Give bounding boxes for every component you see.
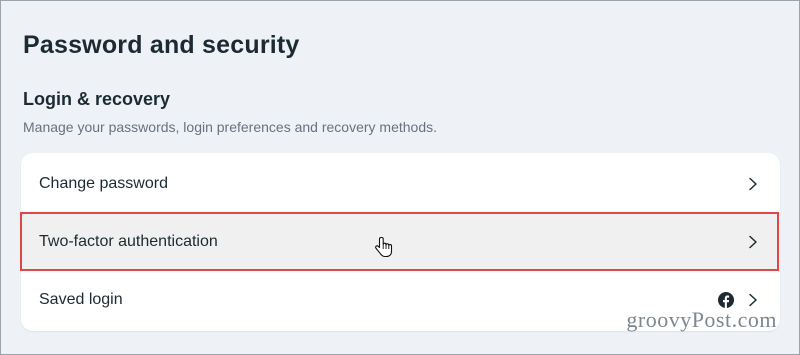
section-title: Login & recovery <box>23 89 171 109</box>
two-factor-authentication-item[interactable]: Two-factor authentication <box>21 213 780 271</box>
window-frame: Password and security Login & recovery M… <box>0 0 800 355</box>
chevron-right-icon <box>749 235 757 249</box>
saved-login-label: Saved login <box>39 291 123 308</box>
facebook-icon <box>718 292 734 308</box>
page-title: Password and security <box>23 31 300 59</box>
hand-pointer-icon <box>375 236 393 258</box>
section-description: Manage your passwords, login preferences… <box>23 119 437 135</box>
chevron-right-icon <box>749 293 757 307</box>
change-password-label: Change password <box>39 175 168 192</box>
two-factor-authentication-label: Two-factor authentication <box>39 233 218 250</box>
settings-card: Change password Two-factor authenticatio… <box>21 153 780 331</box>
change-password-item[interactable]: Change password <box>21 155 780 213</box>
chevron-right-icon <box>749 177 757 191</box>
watermark: groovyPost.com <box>626 307 777 332</box>
